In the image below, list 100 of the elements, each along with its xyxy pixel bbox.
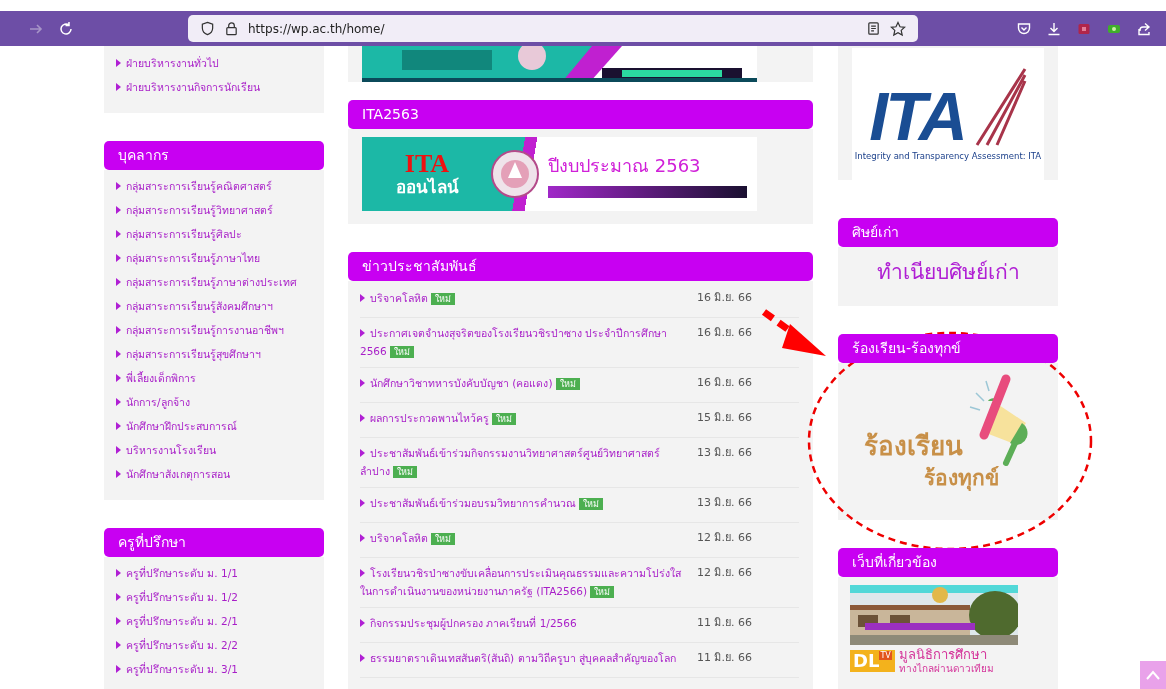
alumni-link[interactable]: ทำเนียบศิษย์เก่า (876, 255, 1020, 288)
url-text: https://wp.ac.th/home/ (248, 21, 385, 36)
caret-icon (360, 449, 365, 457)
news-date: 13 มิ.ย. 66 (697, 445, 753, 461)
menu-link[interactable]: กลุ่มสาระการเรียนรู้สังคมศึกษาฯ (116, 294, 312, 318)
menu-link[interactable]: ฝ่ายบริหารงานทั่วไป (116, 51, 312, 75)
news-date: 12 มิ.ย. 66 (697, 565, 753, 581)
reader-view-icon[interactable] (866, 21, 881, 36)
widget-header: ร้องเรียน-ร้องทุกข์ (838, 334, 1058, 363)
menu-link[interactable]: ครูที่ปรึกษาระดับ ม. 2/2 (116, 633, 312, 657)
caret-icon (116, 278, 121, 286)
news-link[interactable]: กิจกรรมประชุมผู้ปกครอง ภาคเรียนที่ 1/2566 (360, 614, 687, 636)
news-date: 11 มิ.ย. 66 (697, 615, 753, 631)
menu-link[interactable]: นักการ/ลูกจ้าง (116, 390, 312, 414)
caret-icon (116, 641, 121, 649)
caret-icon (116, 206, 121, 214)
menu-link[interactable]: กลุ่มสาระการเรียนรู้ศิลปะ (116, 222, 312, 246)
widget-header: ครูที่ปรึกษา (104, 528, 324, 557)
caret-icon (360, 619, 365, 627)
address-bar[interactable]: https://wp.ac.th/home/ (188, 15, 918, 42)
caret-icon (116, 617, 121, 625)
menu-link[interactable]: กลุ่มสาระการเรียนรู้วิทยาศาสตร์ (116, 198, 312, 222)
lock-icon[interactable] (224, 21, 239, 36)
new-badge: ใหม่ (590, 586, 615, 598)
banner-subtitle: ทางไกลผ่านดาวเทียม (898, 662, 994, 675)
caret-icon (360, 534, 365, 542)
news-date: 15 มิ.ย. 66 (697, 410, 753, 426)
caret-up-icon (1146, 670, 1160, 680)
promo-title: ร้องเรียน (864, 430, 963, 463)
caret-icon (116, 593, 121, 601)
caret-icon (360, 379, 365, 387)
caret-icon (360, 329, 365, 337)
menu-link[interactable]: ฝ่ายบริหารงานกิจการนักเรียน (116, 75, 312, 99)
widget-header: เว็บที่เกี่ยวข้อง (838, 548, 1058, 577)
star-icon[interactable] (890, 20, 906, 37)
caret-icon (116, 446, 121, 454)
caret-icon (360, 654, 365, 662)
caret-icon (116, 302, 121, 310)
seal-icon (490, 149, 540, 199)
caret-icon (116, 569, 121, 577)
widget-header: ITA2563 (348, 100, 813, 129)
news-link[interactable]: ผลการประกวดพานไหว้ครู ใหม่ (360, 409, 687, 431)
news-link[interactable]: ประกาศเจตจำนงสุจริตของโรงเรียนวชิรป่าซาง ประจำปีการศึกษา 2566 ใหม่ (360, 324, 687, 361)
pocket-icon[interactable] (1016, 20, 1032, 37)
caret-icon (360, 294, 365, 302)
news-date: 16 มิ.ย. 66 (697, 290, 753, 306)
caret-icon (116, 398, 121, 406)
dashed-arrow (761, 309, 826, 356)
news-date: 16 มิ.ย. 66 (697, 375, 753, 391)
menu-link[interactable]: กลุ่มสาระการเรียนรู้คณิตศาสตร์ (116, 174, 312, 198)
menu-link[interactable]: กลุ่มสาระการเรียนรู้การงานอาชีพฯ (116, 318, 312, 342)
menu-link[interactable]: ครูที่ปรึกษาระดับ ม. 1/2 (116, 585, 312, 609)
banner-title: มูลนิธิการศึกษา (898, 647, 988, 663)
shield-icon[interactable] (200, 21, 215, 36)
news-date: 12 มิ.ย. 66 (697, 530, 753, 546)
menu-link[interactable]: นักศึกษาฝึกประสบการณ์ (116, 414, 312, 438)
ita-logo[interactable]: ITA Integrity and Transparency Assessment: ITA (852, 48, 1044, 180)
menu-link[interactable]: ครูที่ปรึกษาระดับ ม. 3/1 (116, 657, 312, 681)
caret-icon (116, 350, 121, 358)
caret-icon (360, 414, 365, 422)
caret-icon (116, 422, 121, 430)
menu-link[interactable]: พี่เลี้ยงเด็กพิการ (116, 366, 312, 390)
news-link[interactable]: ประชาสัมพันธ์เข้าร่วมกิจกรรมงานวิทยาศาสตร์ศูนย์วิทยาศาสตร์ลำปาง ใหม่ (360, 444, 687, 481)
caret-icon (116, 326, 121, 334)
ita-banner[interactable]: ITA ออนไลน์ ปีงบประมาณ 2563 (362, 137, 757, 211)
news-link[interactable]: ธรรมยาตราเดินเทสสันตริ(สันถิ) ตามวิถีครูบา สู่บุคคลสำคัญของโลก (360, 649, 687, 671)
menu-link[interactable]: กลุ่มสาระการเรียนรู้ภาษาต่างประเทศ (116, 270, 312, 294)
caret-icon (116, 254, 121, 262)
news-link[interactable]: บริจาคโลหิต ใหม่ (360, 529, 687, 551)
news-link[interactable]: โรงเรียนวชิรป่าซางขับเคลื่อนการประเมินคุณธรรมและความโปร่งใสในการดำเนินงานของหน่วยงานภาครัฐ (ITA2566) ใหม่ (360, 564, 687, 601)
menu-link[interactable]: กลุ่มสาระการเรียนรู้ภาษาไทย (116, 246, 312, 270)
caret-icon (116, 230, 121, 238)
widget-header: ข่าวประชาสัมพันธ์ (348, 252, 813, 281)
menu-link[interactable]: ครูที่ปรึกษาระดับ ม. 2/1 (116, 609, 312, 633)
share-icon[interactable] (1136, 20, 1152, 37)
news-link[interactable]: นักศึกษาวิชาทหารบังคับบัญชา (คอแดง) ใหม่ (360, 374, 687, 396)
news-link[interactable]: ประชาสัมพันธ์เข้าร่วมอบรมวิทยาการคำนวณ ใหม่ (360, 494, 687, 516)
banner-caption: ปีงบประมาณ 2563 (548, 153, 702, 178)
menu-link[interactable]: บริหารงานโรงเรียน (116, 438, 312, 462)
new-badge: ใหม่ (389, 346, 414, 358)
widget-header: บุคลากร (104, 141, 324, 170)
new-badge: ใหม่ (555, 378, 580, 390)
menu-link[interactable]: กลุ่มสาระการเรียนรู้สุขศึกษาฯ (116, 342, 312, 366)
caret-icon (116, 665, 121, 673)
new-badge: ใหม่ (579, 498, 603, 510)
new-badge: ใหม่ (431, 533, 455, 545)
download-icon[interactable] (1046, 20, 1062, 37)
news-date: 13 มิ.ย. 66 (697, 495, 753, 511)
banner-title: ITA (404, 150, 450, 177)
news-date: 11 มิ.ย. 66 (697, 650, 753, 666)
menu-link[interactable]: นักศึกษาสังเกตุการสอน (116, 462, 312, 486)
caret-icon (116, 374, 121, 382)
caret-icon (360, 569, 365, 577)
new-badge: ใหม่ (393, 466, 417, 478)
menu-link[interactable]: ครูที่ปรึกษาระดับ ม. 1/1 (116, 561, 312, 585)
widget-header: ศิษย์เก่า (838, 218, 1058, 247)
reload-icon[interactable] (58, 20, 74, 37)
caret-icon (116, 59, 121, 67)
new-badge: ใหม่ (492, 413, 516, 425)
news-link[interactable]: บริจาคโลหิต ใหม่ (360, 289, 687, 311)
